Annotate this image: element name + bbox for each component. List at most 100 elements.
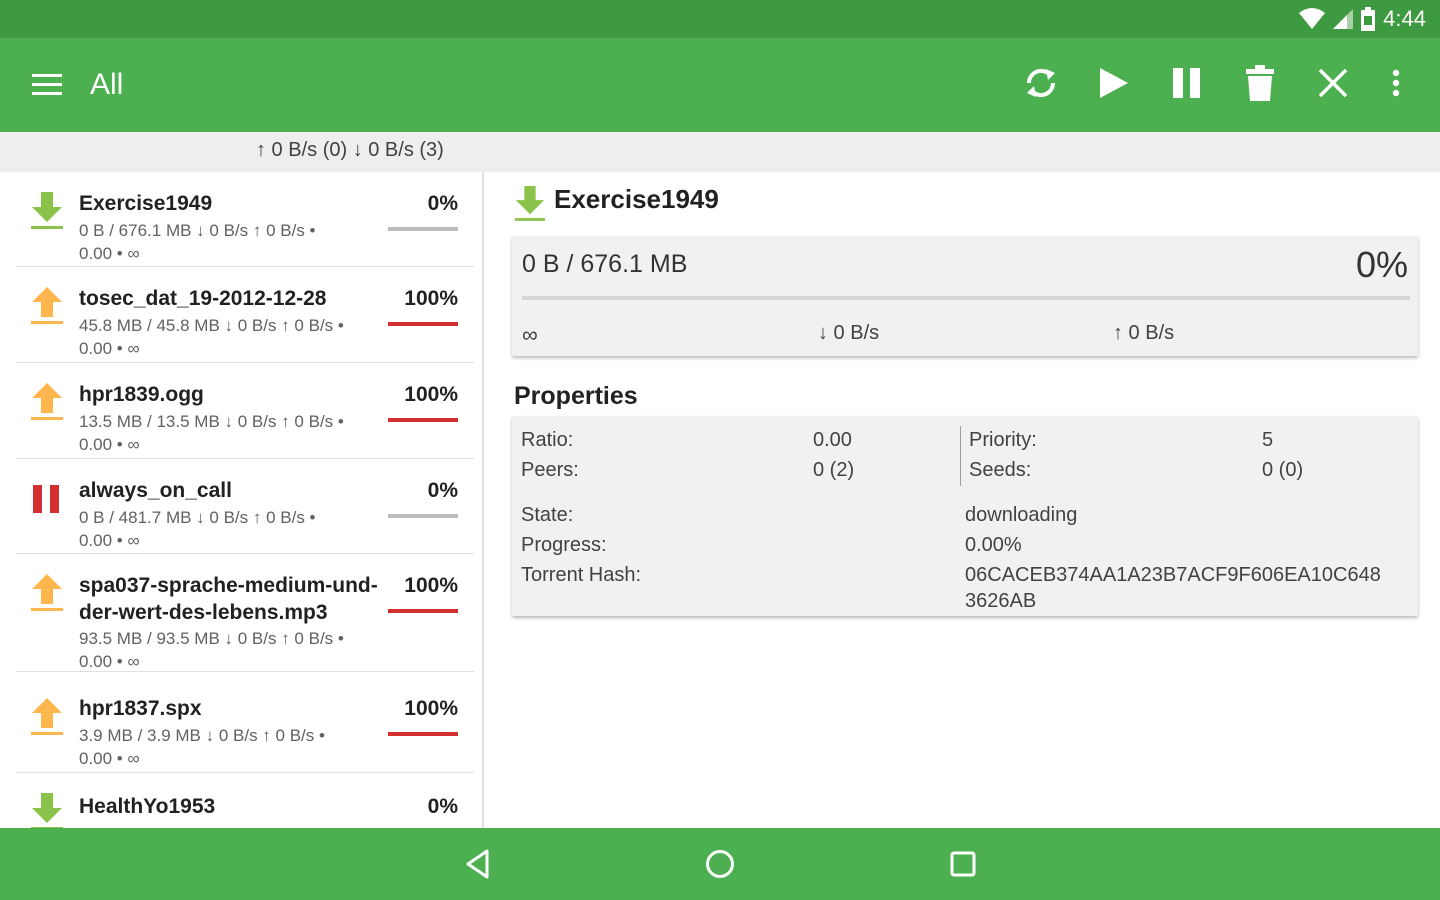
- torrent-list: Exercise1949 0% 0 B / 676.1 MB ↓ 0 B/s ↑…: [0, 172, 482, 828]
- back-button[interactable]: [458, 846, 498, 886]
- upload-arrow-icon: [30, 285, 64, 325]
- torrent-name: Exercise1949: [79, 192, 213, 215]
- torrent-sizes: 0 B / 481.7 MB ↓ 0 B/s ↑ 0 B/s •: [79, 508, 316, 527]
- peers-label: Peers:: [521, 459, 579, 481]
- torrent-list-item[interactable]: Exercise1949 0% 0 B / 676.1 MB ↓ 0 B/s ↑…: [16, 172, 474, 267]
- delete-button[interactable]: [1235, 60, 1285, 110]
- torrent-percent: 0%: [427, 795, 458, 818]
- download-arrow-icon: [30, 190, 64, 230]
- torrent-list-item[interactable]: hpr1839.ogg 100% 13.5 MB / 13.5 MB ↓ 0 B…: [16, 363, 474, 459]
- torrent-ratio-eta: 0.00 • ∞: [79, 435, 140, 454]
- overflow-menu-button[interactable]: [1372, 60, 1420, 110]
- status-icons: 4:44: [1299, 6, 1426, 32]
- torrent-percent: 100%: [404, 287, 458, 310]
- torrent-name-continued: der-wert-des-lebens.mp3: [79, 601, 328, 624]
- pause-icon: [1171, 67, 1203, 104]
- detail-eta: ∞: [522, 322, 538, 347]
- torrent-ratio-eta: 0.00 • ∞: [79, 244, 140, 263]
- state-value: downloading: [965, 504, 1078, 526]
- peers-value: 0 (2): [813, 459, 855, 481]
- recents-icon: [948, 849, 978, 884]
- torrent-progress-bar: [388, 418, 458, 422]
- torrent-name: hpr1837.spx: [79, 697, 202, 720]
- detail-title: Exercise1949: [554, 184, 719, 214]
- torrent-progress-bar: [388, 322, 458, 326]
- close-icon: [1318, 68, 1348, 103]
- home-icon: [704, 848, 736, 885]
- hash-label: Torrent Hash:: [521, 564, 642, 586]
- detail-percent: 0%: [1355, 244, 1408, 285]
- pause-state-icon: [30, 481, 64, 521]
- torrent-percent: 100%: [404, 383, 458, 406]
- seeds-value: 0 (0): [1262, 459, 1304, 481]
- status-bar: 4:44: [0, 0, 1440, 38]
- hash-value-continued[interactable]: 3626AB: [965, 590, 1036, 613]
- upload-arrow-icon: [30, 696, 64, 736]
- system-nav-bar: [0, 828, 1440, 900]
- detail-size-progress: 0 B / 676.1 MB: [522, 250, 688, 278]
- torrent-name: hpr1839.ogg: [79, 383, 204, 406]
- torrent-ratio-eta: 0.00 • ∞: [79, 531, 140, 550]
- hash-value[interactable]: 06CACEB374AA1A23B7ACF9F606EA10C648: [965, 564, 1381, 587]
- torrent-list-item[interactable]: always_on_call 0% 0 B / 481.7 MB ↓ 0 B/s…: [16, 459, 474, 554]
- priority-value: 5: [1262, 429, 1274, 451]
- refresh-button[interactable]: [1016, 60, 1066, 110]
- torrent-sizes: 13.5 MB / 13.5 MB ↓ 0 B/s ↑ 0 B/s •: [79, 412, 344, 431]
- torrent-progress-bar: [388, 609, 458, 613]
- state-label: State:: [521, 504, 574, 526]
- torrent-ratio-eta: 0.00 • ∞: [79, 339, 140, 358]
- recents-button[interactable]: [943, 846, 983, 886]
- more-vert-icon: [1392, 69, 1400, 102]
- home-button[interactable]: [700, 846, 740, 886]
- torrent-sizes: 3.9 MB / 3.9 MB ↓ 0 B/s ↑ 0 B/s •: [79, 726, 325, 745]
- detail-down-speed: ↓ 0 B/s: [818, 322, 880, 344]
- app-toolbar: All: [0, 38, 1440, 132]
- torrent-name: tosec_dat_19-2012-12-28: [79, 287, 327, 310]
- upload-arrow-icon: [30, 381, 64, 421]
- torrent-list-item[interactable]: HealthYo1953 0%: [16, 773, 474, 828]
- delete-icon: [1246, 64, 1274, 106]
- wifi-icon: [1299, 8, 1326, 30]
- menu-icon[interactable]: [32, 71, 64, 99]
- ratio-value: 0.00: [813, 429, 852, 451]
- download-arrow-icon: [30, 791, 64, 828]
- progress-card: 0 B / 676.1 MB 0% ∞ ↓ 0 B/s ↑ 0 B/s: [512, 236, 1418, 356]
- cell-signal-icon: [1333, 8, 1354, 30]
- detail-progress-bar: [522, 296, 1410, 300]
- torrent-percent: 0%: [427, 479, 458, 502]
- properties-card: Ratio: 0.00 Peers: 0 (2) Priority: 5 See…: [512, 416, 1418, 616]
- priority-label: Priority:: [969, 429, 1037, 451]
- refresh-icon: [1021, 63, 1061, 108]
- torrent-sizes: 45.8 MB / 45.8 MB ↓ 0 B/s ↑ 0 B/s •: [79, 316, 344, 335]
- torrent-percent: 100%: [404, 697, 458, 720]
- detail-up-speed: ↑ 0 B/s: [1113, 322, 1175, 344]
- pause-button[interactable]: [1162, 60, 1212, 110]
- upload-arrow-icon: [30, 572, 64, 612]
- ratio-label: Ratio:: [521, 429, 574, 451]
- torrent-list-item[interactable]: tosec_dat_19-2012-12-28 100% 45.8 MB / 4…: [16, 267, 474, 363]
- torrent-progress-bar: [388, 227, 458, 231]
- toolbar-title[interactable]: All: [90, 68, 123, 102]
- torrent-name: HealthYo1953: [79, 795, 216, 818]
- torrent-ratio-eta: 0.00 • ∞: [79, 652, 140, 671]
- torrent-name: always_on_call: [79, 479, 232, 502]
- torrent-percent: 0%: [427, 192, 458, 215]
- remove-button[interactable]: [1308, 60, 1358, 110]
- seeds-label: Seeds:: [969, 459, 1032, 481]
- speed-summary: ↑ 0 B/s (0) ↓ 0 B/s (3): [256, 139, 444, 161]
- download-arrow-icon: [514, 184, 546, 227]
- start-button[interactable]: [1088, 60, 1138, 110]
- progress-label: Progress:: [521, 534, 607, 556]
- back-icon: [463, 848, 493, 885]
- torrent-ratio-eta: 0.00 • ∞: [79, 749, 140, 768]
- torrent-list-item[interactable]: hpr1837.spx 100% 3.9 MB / 3.9 MB ↓ 0 B/s…: [16, 672, 474, 773]
- torrent-progress-bar: [388, 732, 458, 736]
- torrent-sizes: 0 B / 676.1 MB ↓ 0 B/s ↑ 0 B/s •: [79, 221, 316, 240]
- play-icon: [1096, 66, 1130, 105]
- status-time: 4:44: [1383, 6, 1426, 31]
- battery-icon: [1361, 7, 1376, 31]
- torrent-percent: 100%: [404, 574, 458, 597]
- torrent-list-item[interactable]: spa037-sprache-medium-und- der-wert-des-…: [16, 554, 474, 672]
- torrent-detail-pane: Exercise1949 0 B / 676.1 MB 0% ∞ ↓ 0 B/s…: [484, 172, 1440, 828]
- properties-column-divider: [960, 426, 961, 486]
